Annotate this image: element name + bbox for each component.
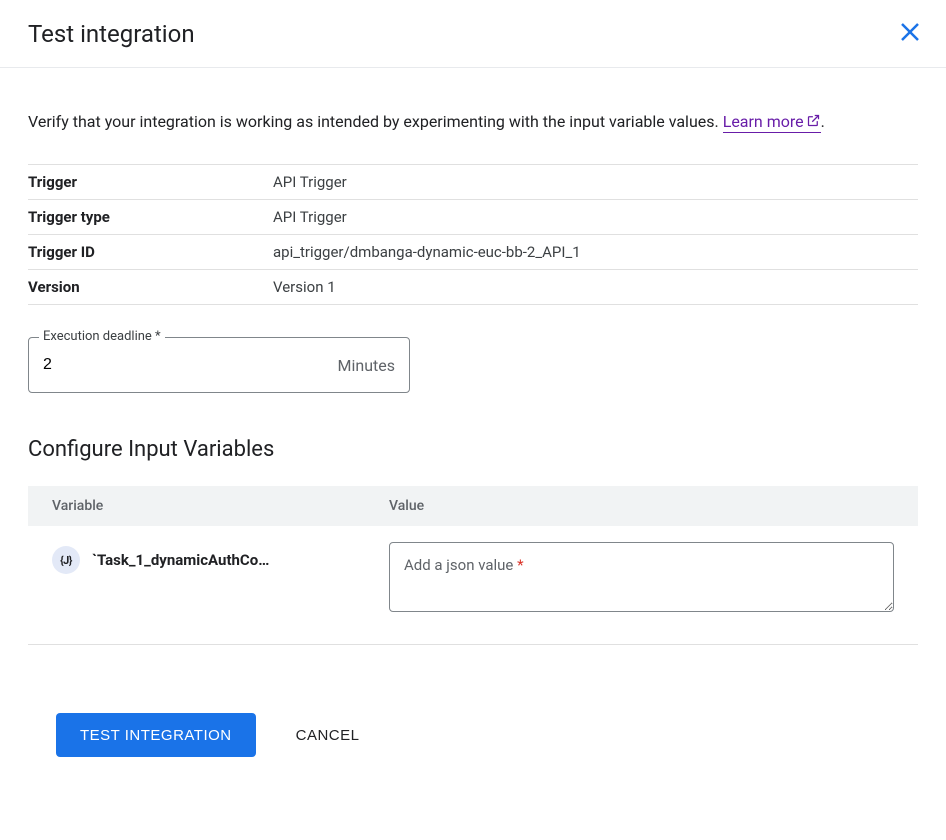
execution-deadline-input[interactable] (29, 338, 338, 392)
close-icon (898, 20, 922, 47)
json-type-icon: {J} (52, 546, 80, 574)
column-header-variable: Variable (52, 498, 389, 514)
dialog-content: Verify that your integration is working … (0, 68, 946, 840)
close-button[interactable] (894, 16, 926, 51)
trigger-info-table: Trigger API Trigger Trigger type API Tri… (28, 164, 918, 305)
cancel-button[interactable]: CANCEL (296, 727, 360, 744)
variable-value-cell: Add a json value * (389, 542, 894, 616)
execution-deadline-label: Execution deadline * (39, 329, 165, 344)
execution-deadline-suffix: Minutes (338, 356, 410, 375)
dialog-title: Test integration (28, 20, 195, 48)
description-suffix: . (821, 112, 825, 131)
input-variables-table: Variable Value {J} `Task_1_dynamicAuthCo… (28, 486, 918, 645)
description-prefix: Verify that your integration is working … (28, 112, 723, 131)
info-label: Trigger (28, 165, 273, 200)
textarea-wrapper: Add a json value * (389, 542, 894, 616)
external-link-icon (806, 109, 821, 136)
info-value: Version 1 (273, 270, 918, 305)
field-outline: Execution deadline * Minutes (28, 337, 410, 393)
learn-more-link[interactable]: Learn more (723, 112, 821, 133)
column-header-value: Value (389, 498, 424, 514)
input-variables-heading: Configure Input Variables (28, 437, 918, 462)
info-value: API Trigger (273, 200, 918, 235)
variable-name: `Task_1_dynamicAuthCo… (92, 551, 269, 569)
info-label: Trigger type (28, 200, 273, 235)
dialog-actions: TEST INTEGRATION CANCEL (28, 713, 918, 781)
json-value-textarea[interactable] (389, 542, 894, 612)
table-row: Trigger API Trigger (28, 165, 918, 200)
info-label: Version (28, 270, 273, 305)
dialog-header: Test integration (0, 0, 946, 68)
test-integration-dialog: Test integration Verify that your integr… (0, 0, 946, 840)
input-variables-header: Variable Value (28, 486, 918, 526)
table-row: Version Version 1 (28, 270, 918, 305)
table-row: Trigger type API Trigger (28, 200, 918, 235)
info-value: api_trigger/dmbanga-dynamic-euc-bb-2_API… (273, 235, 918, 270)
info-value: API Trigger (273, 165, 918, 200)
table-row: Trigger ID api_trigger/dmbanga-dynamic-e… (28, 235, 918, 270)
test-integration-button[interactable]: TEST INTEGRATION (56, 713, 256, 757)
info-label: Trigger ID (28, 235, 273, 270)
description-text: Verify that your integration is working … (28, 108, 918, 136)
json-icon-label: {J} (60, 554, 72, 567)
execution-deadline-field: Execution deadline * Minutes (28, 337, 410, 393)
variable-name-cell: {J} `Task_1_dynamicAuthCo… (52, 542, 389, 574)
learn-more-label: Learn more (723, 112, 804, 131)
input-variable-row: {J} `Task_1_dynamicAuthCo… Add a json va… (28, 526, 918, 645)
